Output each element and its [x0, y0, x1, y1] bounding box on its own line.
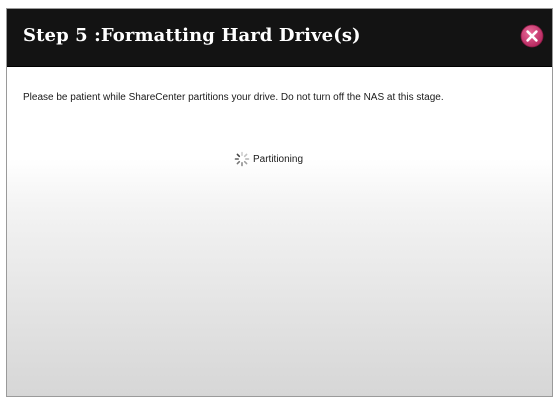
partitioning-status: Partitioning: [234, 151, 303, 167]
dialog-title: Step 5 :Formatting Hard Drive(s): [23, 25, 361, 46]
status-text: Partitioning: [253, 153, 304, 165]
close-icon[interactable]: [520, 24, 544, 48]
spinner-icon: [234, 151, 250, 167]
formatting-dialog: Step 5 :Formatting Hard Drive(s) Please …: [6, 8, 553, 397]
dialog-titlebar: Step 5 :Formatting Hard Drive(s): [7, 9, 552, 67]
instruction-message: Please be patient while ShareCenter part…: [23, 92, 444, 103]
